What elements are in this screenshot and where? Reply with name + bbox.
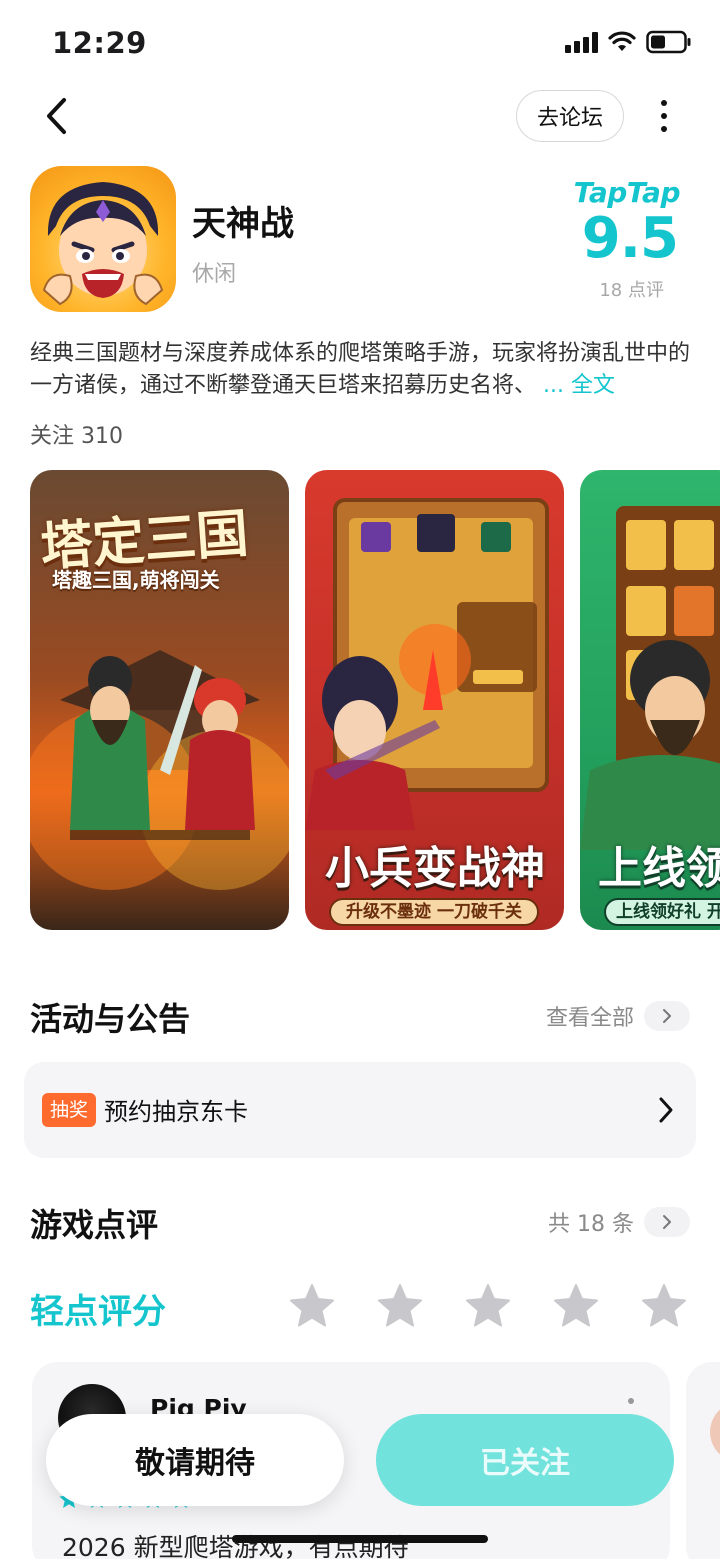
app-icon: [30, 166, 176, 312]
avatar[interactable]: [710, 1402, 720, 1462]
app-description[interactable]: 经典三国题材与深度养成体系的爬塔策略手游，玩家将扮演乱世中的一方诸侯，通过不断攀…: [30, 338, 690, 402]
rating-stars[interactable]: [288, 1282, 688, 1330]
status-time: 12:29: [52, 26, 147, 60]
status-icons: [565, 30, 692, 54]
back-button[interactable]: [36, 94, 76, 138]
app-name: 天神战: [192, 204, 294, 244]
star-icon[interactable]: [552, 1282, 600, 1330]
screenshot-2[interactable]: 小兵变战神 升级不墨迹 一刀破千关: [305, 470, 564, 930]
wifi-icon: [608, 31, 636, 51]
tap-to-rate-label: 轻点评分: [30, 1292, 166, 1332]
screenshot-1-subtitle: 塔趣三国,萌将闯关: [52, 568, 220, 592]
review-card[interactable]: [686, 1362, 720, 1559]
events-section-title: 活动与公告: [30, 1000, 191, 1038]
chevron-right-icon: [659, 1097, 673, 1123]
chevron-right-icon: [644, 1001, 690, 1031]
followed-button[interactable]: 已关注: [376, 1414, 674, 1506]
app-category[interactable]: 休闲: [192, 256, 236, 288]
star-icon[interactable]: [376, 1282, 424, 1330]
more-options-button[interactable]: [646, 92, 682, 140]
screenshot-3[interactable]: 上线领 上线领好礼 开: [580, 470, 720, 930]
review-text: 2026 新型爬塔游戏，有点期待: [62, 1533, 409, 1559]
game-avatar-art: [42, 182, 164, 306]
chevron-left-icon: [47, 98, 66, 134]
events-view-all-label: 查看全部: [545, 1006, 634, 1031]
event-item[interactable]: 抽奖 预约抽京东卡: [24, 1062, 696, 1158]
star-icon[interactable]: [464, 1282, 512, 1330]
home-indicator[interactable]: [232, 1535, 488, 1543]
screenshot-3-subtitle: 上线领好礼 开: [604, 898, 720, 926]
lottery-badge: 抽奖: [42, 1093, 97, 1127]
screenshot-2-title: 小兵变战神: [325, 843, 545, 894]
coming-soon-button[interactable]: 敬请期待: [46, 1414, 344, 1506]
reviews-view-all-button[interactable]: 共 18 条: [548, 1206, 690, 1238]
rating-score[interactable]: 9.5: [582, 206, 679, 271]
signal-icon: [565, 31, 598, 53]
screenshot-carousel[interactable]: 塔定三国 塔趣三国,萌将闯关 小兵变战神 升级不墨迹 一刀破千关 上线领 上线领…: [30, 470, 720, 930]
screenshot-1[interactable]: 塔定三国 塔趣三国,萌将闯关: [30, 470, 289, 930]
taptap-logo: TapTap: [573, 176, 681, 209]
go-to-forum-button[interactable]: 去论坛: [516, 90, 624, 142]
follow-count: 关注 310: [30, 424, 123, 449]
reviews-count-label: 共 18 条: [548, 1212, 634, 1237]
star-icon[interactable]: [640, 1282, 688, 1330]
nav-bar: 去论坛: [0, 84, 720, 148]
description-more-link[interactable]: ... 全文: [543, 373, 615, 398]
more-vertical-icon: [661, 100, 667, 106]
more-options-icon[interactable]: [628, 1398, 634, 1404]
screenshot-3-title: 上线领: [598, 843, 720, 894]
status-bar: 12:29: [0, 0, 720, 80]
screenshot-2-subtitle: 升级不墨迹 一刀破千关: [329, 898, 539, 926]
rating-count[interactable]: 18 点评: [599, 276, 664, 302]
reviews-section-title: 游戏点评: [30, 1206, 159, 1244]
chevron-right-icon: [644, 1207, 690, 1237]
star-icon[interactable]: [288, 1282, 336, 1330]
battery-icon: [646, 30, 691, 54]
event-title: 预约抽京东卡: [104, 1098, 248, 1126]
events-view-all-button[interactable]: 查看全部: [546, 1000, 690, 1032]
